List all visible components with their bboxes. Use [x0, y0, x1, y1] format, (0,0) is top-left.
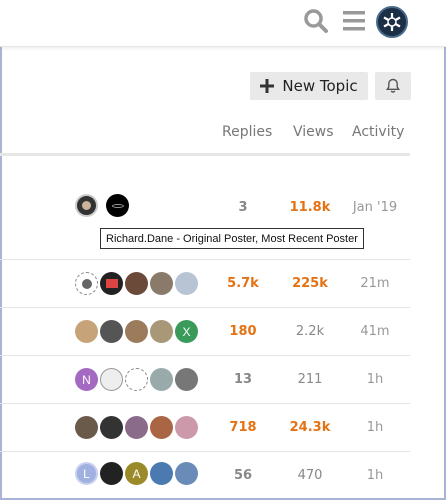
bell-icon	[386, 78, 400, 93]
poster-avatar[interactable]	[175, 462, 198, 485]
poster-avatar[interactable]	[100, 416, 123, 439]
views-count: 225k	[292, 276, 328, 291]
new-topic-button[interactable]: New Topic	[250, 72, 368, 100]
topic-row[interactable]: X 180 2.2k 41m	[0, 308, 410, 356]
poster-avatar[interactable]	[125, 416, 148, 439]
replies-count: 180	[229, 324, 257, 339]
poster-avatar-l[interactable]: L	[75, 462, 98, 485]
poster-avatar[interactable]	[106, 194, 129, 217]
activity-time[interactable]: 1h	[345, 468, 405, 483]
poster-avatar[interactable]	[150, 462, 173, 485]
replies-count: 718	[229, 420, 257, 435]
column-header-activity[interactable]: Activity	[352, 124, 404, 140]
topic-row[interactable]: N 13 211 1h	[0, 356, 410, 404]
views-count: 24.3k	[289, 420, 331, 435]
poster-avatar[interactable]	[150, 272, 173, 295]
avatar-letter: X	[182, 324, 191, 339]
poster-avatar[interactable]	[75, 194, 98, 217]
views-count: 2.2k	[295, 324, 325, 339]
poster-avatar[interactable]	[75, 320, 98, 343]
poster-avatar[interactable]	[100, 320, 123, 343]
activity-time[interactable]: 21m	[345, 276, 405, 291]
poster-avatar[interactable]	[100, 462, 123, 485]
views-count: 211	[297, 372, 323, 387]
replies-count: 5.7k	[227, 276, 259, 291]
search-icon[interactable]	[303, 8, 329, 38]
activity-time[interactable]: 1h	[345, 420, 405, 435]
poster-avatar-n[interactable]: N	[75, 368, 98, 391]
avatar-letter: N	[82, 372, 91, 387]
topic-row[interactable]: 718 24.3k 1h	[0, 404, 410, 452]
poster-avatar-x[interactable]: X	[175, 320, 198, 343]
poster-avatar[interactable]	[150, 368, 173, 391]
poster-avatar[interactable]	[100, 272, 123, 295]
views-count: 11.8k	[289, 200, 331, 215]
column-header-views[interactable]: Views	[293, 124, 334, 140]
poster-avatar[interactable]	[125, 368, 148, 391]
topic-row[interactable]: L A 56 470 1h	[0, 452, 410, 500]
activity-time[interactable]: 1h	[345, 372, 405, 387]
poster-avatar[interactable]	[175, 416, 198, 439]
replies-count: 3	[238, 200, 248, 215]
poster-tooltip: Richard.Dane - Original Poster, Most Rec…	[100, 228, 364, 249]
poster-avatar[interactable]	[125, 272, 148, 295]
poster-avatar[interactable]	[175, 368, 198, 391]
replies-count: 56	[233, 468, 253, 483]
poster-avatar[interactable]	[175, 272, 198, 295]
topic-row[interactable]: 5.7k 225k 21m	[0, 260, 410, 308]
poster-avatar[interactable]	[100, 368, 123, 391]
avatar-letter: A	[132, 466, 141, 481]
poster-avatar[interactable]	[75, 272, 98, 295]
plus-icon	[260, 79, 275, 93]
activity-time[interactable]: Jan '19	[345, 200, 405, 215]
poster-avatar-a[interactable]: A	[125, 462, 148, 485]
views-count: 470	[297, 468, 323, 483]
new-topic-label: New Topic	[282, 77, 358, 95]
avatar-letter: L	[83, 466, 90, 481]
column-header-replies[interactable]: Replies	[222, 124, 272, 140]
notifications-button[interactable]	[375, 72, 411, 100]
poster-avatar[interactable]	[75, 416, 98, 439]
hamburger-menu-icon[interactable]	[342, 10, 366, 36]
user-avatar-logo-icon[interactable]	[376, 6, 408, 38]
poster-avatar[interactable]	[150, 320, 173, 343]
activity-time[interactable]: 41m	[345, 324, 405, 339]
site-header	[0, 0, 446, 47]
poster-avatar[interactable]	[150, 416, 173, 439]
replies-count: 13	[233, 372, 253, 387]
poster-avatar[interactable]	[125, 320, 148, 343]
